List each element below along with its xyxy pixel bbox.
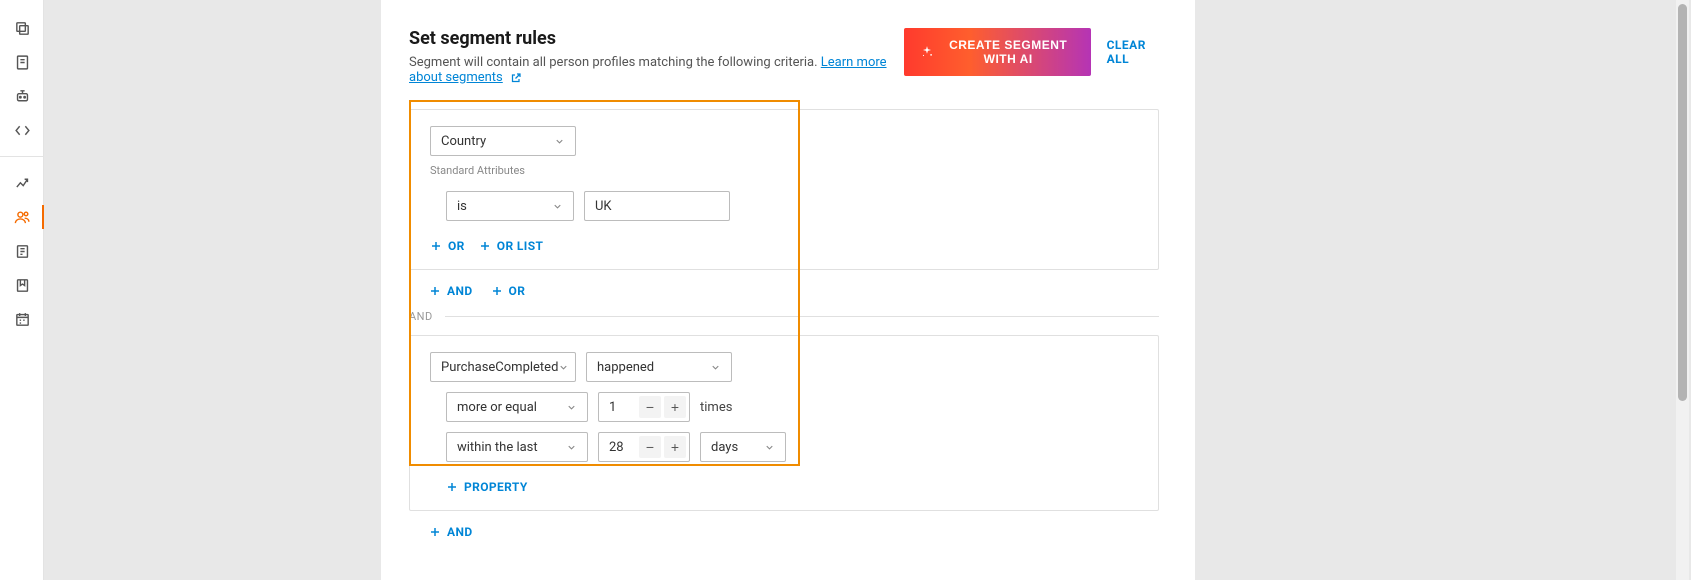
chevron-down-icon (764, 442, 775, 453)
page-subtitle: Segment will contain all person profiles… (409, 55, 904, 85)
between-rules-actions: AND OR (409, 270, 1159, 306)
event-select[interactable]: PurchaseCompleted (430, 352, 576, 382)
attribute-select[interactable]: Country (430, 126, 576, 156)
nav-form-icon[interactable] (0, 46, 44, 78)
add-and-footer-button[interactable]: AND (429, 525, 473, 539)
nav-calendar-icon[interactable] (0, 303, 44, 335)
increment-button[interactable]: + (664, 396, 686, 418)
chevron-down-icon (566, 442, 577, 453)
add-or-group-button[interactable]: OR (491, 284, 526, 298)
external-link-icon (510, 72, 522, 84)
nav-bookmark-icon[interactable] (0, 269, 44, 301)
add-or-list-button[interactable]: OR LIST (479, 239, 544, 253)
operator-select[interactable]: is (446, 191, 574, 221)
chevron-down-icon (558, 362, 569, 373)
app-sidebar (0, 0, 44, 580)
sparkle-icon (920, 45, 934, 59)
increment-button[interactable]: + (664, 436, 686, 458)
add-property-button[interactable]: PROPERTY (446, 480, 528, 494)
rule-block-1: Country Standard Attributes is UK (409, 109, 1159, 270)
nav-people-icon[interactable] (0, 201, 44, 233)
times-label: times (700, 400, 732, 415)
decrement-button[interactable]: − (639, 396, 661, 418)
create-segment-ai-button[interactable]: CREATE SEGMENT WITH AI (904, 28, 1091, 76)
vertical-scrollbar[interactable] (1676, 0, 1689, 580)
clear-all-button[interactable]: CLEAR ALL (1107, 38, 1159, 66)
value-input[interactable]: UK (584, 191, 730, 221)
compare-select[interactable]: more or equal (446, 392, 588, 422)
page-title: Set segment rules (409, 28, 904, 49)
connector-and: AND (409, 310, 1159, 323)
period-stepper[interactable]: 28 − + (598, 432, 690, 462)
rule-block-2: PurchaseCompleted happened more or equal (409, 335, 1159, 511)
chevron-down-icon (710, 362, 721, 373)
scrollbar-thumb[interactable] (1678, 4, 1687, 401)
within-select[interactable]: within the last (446, 432, 588, 462)
nav-book-icon[interactable] (0, 235, 44, 267)
nav-copy-icon[interactable] (0, 12, 44, 44)
decrement-button[interactable]: − (639, 436, 661, 458)
nav-bot-icon[interactable] (0, 80, 44, 112)
attribute-group-label: Standard Attributes (430, 164, 1138, 177)
chevron-down-icon (566, 402, 577, 413)
count-stepper[interactable]: 1 − + (598, 392, 690, 422)
nav-code-icon[interactable] (0, 114, 44, 146)
add-or-button[interactable]: OR (430, 239, 465, 253)
occurrence-select[interactable]: happened (586, 352, 732, 382)
add-and-button[interactable]: AND (429, 284, 473, 298)
period-unit-select[interactable]: days (700, 432, 786, 462)
chevron-down-icon (552, 201, 563, 212)
nav-analytics-icon[interactable] (0, 167, 44, 199)
segment-rules-card: Set segment rules Segment will contain a… (381, 0, 1195, 580)
footer-actions: AND (409, 511, 1159, 547)
chevron-down-icon (554, 136, 565, 147)
